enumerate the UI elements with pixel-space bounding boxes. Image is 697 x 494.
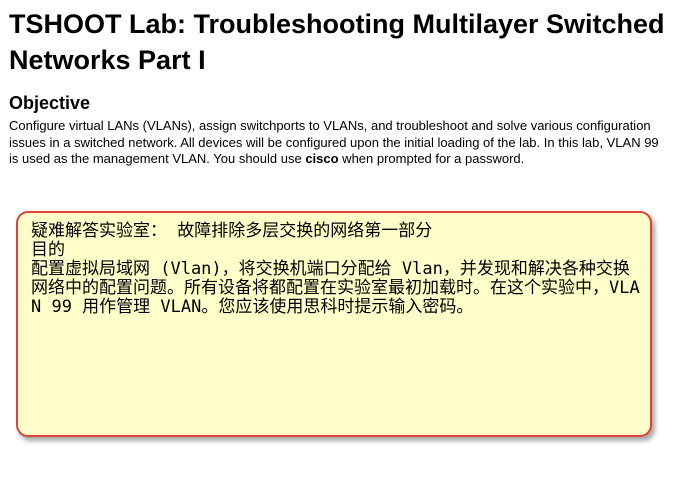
objective-paragraph: Configure virtual LANs (VLANs), assign s… (9, 118, 659, 168)
password-keyword: cisco (305, 151, 339, 166)
objective-heading: Objective (9, 93, 91, 113)
page-title: TSHOOT Lab: Troubleshooting Multilayer S… (9, 9, 665, 75)
document-page: TSHOOT Lab: Troubleshooting Multilayer S… (9, 6, 689, 168)
translation-callout: 疑难解答实验室： 故障排除多层交换的网络第一部分 目的 配置虚拟局域网 (Vla… (16, 211, 652, 437)
callout-body-text: 配置虚拟局域网 (Vlan)，将交换机端口分配给 Vlan，并发现和解决各种交换… (31, 259, 640, 317)
callout-heading-line: 目的 (31, 240, 65, 260)
callout-title-line: 疑难解答实验室： 故障排除多层交换的网络第一部分 (31, 221, 433, 241)
objective-text-part-2: when prompted for a password. (338, 151, 525, 166)
